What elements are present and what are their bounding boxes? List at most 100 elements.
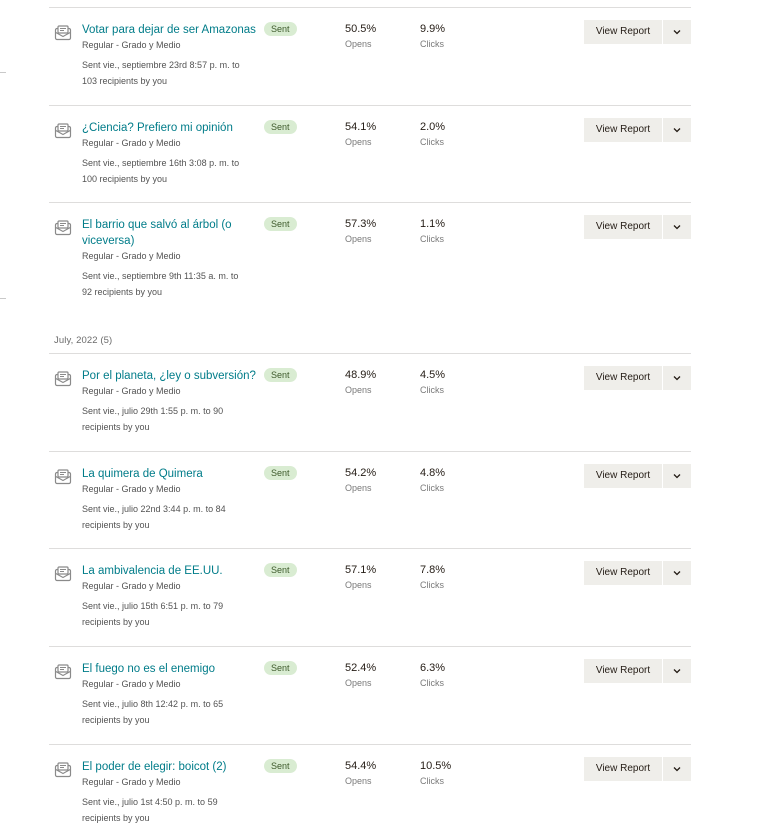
opens-value: 50.5% <box>345 23 377 35</box>
opens-stat: 57.3% Opens <box>345 217 376 246</box>
opens-label: Opens <box>345 483 372 493</box>
campaign-row: La ambivalencia de EE.UU. Regular - Grad… <box>49 548 691 647</box>
edge-tick <box>0 298 6 299</box>
clicks-label: Clicks <box>420 39 444 49</box>
campaign-title-link[interactable]: El poder de elegir: boicot (2) <box>82 759 262 775</box>
email-campaign-icon <box>54 664 72 680</box>
clicks-value: 10.5% <box>420 760 452 772</box>
chevron-down-icon <box>673 571 681 576</box>
clicks-stat: 10.5% Clicks <box>420 759 451 788</box>
clicks-value: 9.9% <box>420 23 446 35</box>
opens-value: 54.4% <box>345 760 377 772</box>
email-campaign-icon <box>54 762 72 778</box>
clicks-label: Clicks <box>420 580 444 590</box>
clicks-stat: 1.1% Clicks <box>420 217 445 246</box>
campaign-title-link[interactable]: El fuego no es el enemigo <box>82 661 262 677</box>
campaign-title-link[interactable]: Por el planeta, ¿ley o subversión? <box>82 368 262 384</box>
clicks-label: Clicks <box>420 137 444 147</box>
opens-stat: 54.4% Opens <box>345 759 376 788</box>
status-badge: Sent <box>264 217 297 231</box>
sent-info: Sent vie., julio 8th 12:42 p. m. to 65 re… <box>82 699 224 725</box>
status-badge: Sent <box>264 120 297 134</box>
clicks-stat: 4.5% Clicks <box>420 368 445 397</box>
edge-tick <box>0 72 6 73</box>
sent-info: Sent vie., julio 15th 6:51 p. m. to 79 re… <box>82 601 224 627</box>
opens-label: Opens <box>345 678 372 688</box>
campaign-type: Regular - Grado y Medio <box>82 484 181 494</box>
opens-label: Opens <box>345 39 372 49</box>
email-campaign-icon <box>54 25 72 41</box>
chevron-down-icon <box>673 376 681 381</box>
campaign-type: Regular - Grado y Medio <box>82 40 181 50</box>
clicks-stat: 6.3% Clicks <box>420 661 445 690</box>
view-report-button[interactable]: View Report <box>584 659 662 683</box>
sent-info: Sent vie., septiembre 16th 3:08 p. m. to… <box>82 158 240 184</box>
opens-value: 57.1% <box>345 564 377 576</box>
campaign-row: El barrio que salvó al árbol (o viceversa… <box>49 202 691 313</box>
opens-label: Opens <box>345 580 372 590</box>
campaign-title-link[interactable]: La ambivalencia de EE.UU. <box>82 563 262 579</box>
clicks-label: Clicks <box>420 234 444 244</box>
clicks-value: 2.0% <box>420 121 446 133</box>
sent-info: Sent vie., septiembre 9th 11:35 a. m. to… <box>82 271 239 297</box>
report-menu-button[interactable] <box>663 464 691 488</box>
campaign-type: Regular - Grado y Medio <box>82 386 181 396</box>
chevron-down-icon <box>673 30 681 35</box>
campaign-type: Regular - Grado y Medio <box>82 581 181 591</box>
view-report-button[interactable]: View Report <box>584 561 662 585</box>
opens-value: 54.2% <box>345 467 377 479</box>
campaign-row: El fuego no es el enemigo Regular - Grad… <box>49 646 691 745</box>
opens-value: 54.1% <box>345 121 377 133</box>
email-campaign-icon <box>54 123 72 139</box>
view-report-button[interactable]: View Report <box>584 118 662 142</box>
opens-value: 52.4% <box>345 662 377 674</box>
report-menu-button[interactable] <box>663 659 691 683</box>
clicks-value: 6.3% <box>420 662 446 674</box>
opens-value: 57.3% <box>345 218 377 230</box>
campaign-title-link[interactable]: La quimera de Quimera <box>82 466 262 482</box>
chevron-down-icon <box>673 474 681 479</box>
campaign-title-link[interactable]: El barrio que salvó al árbol (o viceversa… <box>82 217 262 249</box>
clicks-value: 1.1% <box>420 218 446 230</box>
opens-label: Opens <box>345 137 372 147</box>
campaign-type: Regular - Grado y Medio <box>82 138 181 148</box>
email-campaign-icon <box>54 220 72 236</box>
campaign-row: Por el planeta, ¿ley o subversión? Regul… <box>49 353 691 452</box>
clicks-label: Clicks <box>420 776 444 786</box>
chevron-down-icon <box>673 225 681 230</box>
campaign-type: Regular - Grado y Medio <box>82 777 181 787</box>
opens-label: Opens <box>345 776 372 786</box>
chevron-down-icon <box>673 669 681 674</box>
email-campaign-icon <box>54 566 72 582</box>
campaign-row: Votar para dejar de ser Amazonas Regular… <box>49 7 691 106</box>
view-report-button[interactable]: View Report <box>584 757 662 781</box>
view-report-button[interactable]: View Report <box>584 20 662 44</box>
sent-info: Sent vie., julio 29th 1:55 p. m. to 90 re… <box>82 406 224 432</box>
clicks-stat: 2.0% Clicks <box>420 120 445 149</box>
status-badge: Sent <box>264 563 297 577</box>
status-badge: Sent <box>264 368 297 382</box>
campaign-row: El poder de elegir: boicot (2) Regular -… <box>49 744 691 839</box>
campaign-type: Regular - Grado y Medio <box>82 679 181 689</box>
report-menu-button[interactable] <box>663 118 691 142</box>
email-campaign-icon <box>54 371 72 387</box>
report-menu-button[interactable] <box>663 20 691 44</box>
report-menu-button[interactable] <box>663 215 691 239</box>
clicks-value: 7.8% <box>420 564 446 576</box>
clicks-label: Clicks <box>420 385 444 395</box>
clicks-label: Clicks <box>420 678 444 688</box>
clicks-value: 4.5% <box>420 369 446 381</box>
report-menu-button[interactable] <box>663 561 691 585</box>
clicks-stat: 9.9% Clicks <box>420 22 445 51</box>
campaign-type: Regular - Grado y Medio <box>82 251 181 261</box>
campaign-title-link[interactable]: ¿Ciencia? Prefiero mi opinión <box>82 120 262 136</box>
report-menu-button[interactable] <box>663 757 691 781</box>
view-report-button[interactable]: View Report <box>584 464 662 488</box>
status-badge: Sent <box>264 661 297 675</box>
report-menu-button[interactable] <box>663 366 691 390</box>
view-report-button[interactable]: View Report <box>584 215 662 239</box>
opens-stat: 54.1% Opens <box>345 120 376 149</box>
view-report-button[interactable]: View Report <box>584 366 662 390</box>
status-badge: Sent <box>264 759 297 773</box>
campaign-title-link[interactable]: Votar para dejar de ser Amazonas <box>82 22 262 38</box>
